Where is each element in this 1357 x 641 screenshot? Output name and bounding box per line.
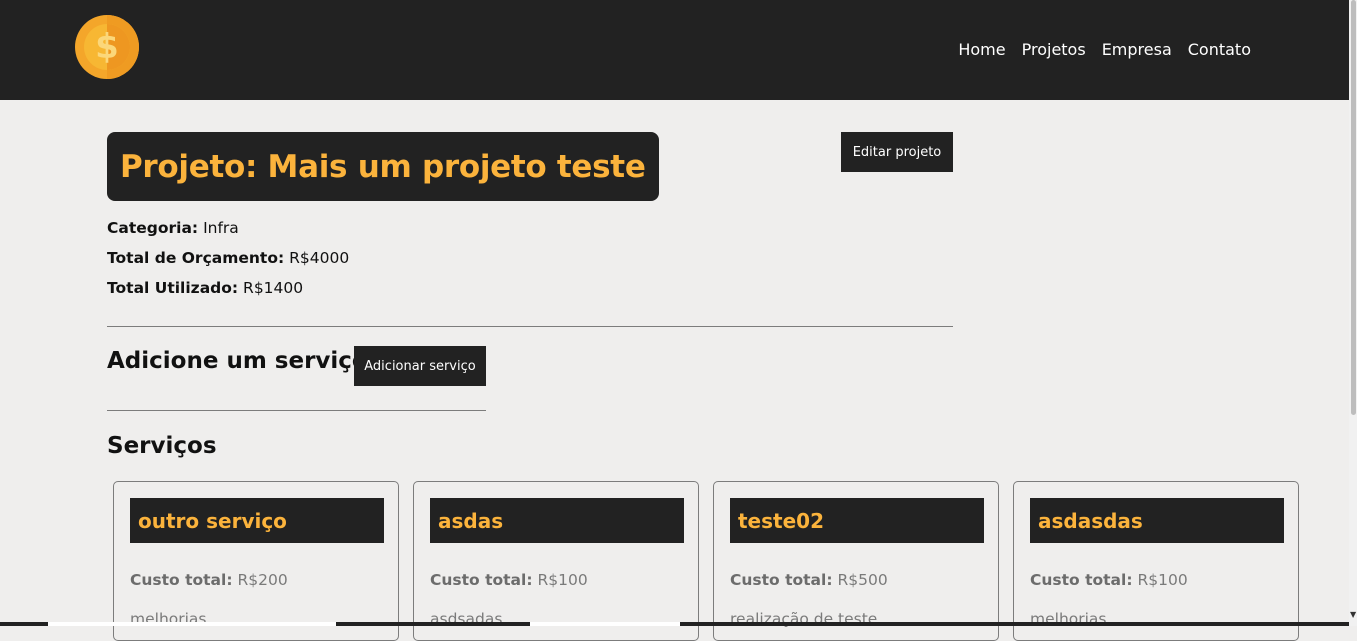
project-title-box: Projeto: Mais um projeto teste xyxy=(107,132,659,201)
service-card: teste02 Custo total: R$500 realização de… xyxy=(713,481,999,641)
add-service-heading: Adicione um serviço: xyxy=(107,348,377,374)
nav-link-home[interactable]: Home xyxy=(958,39,1005,61)
project-budget: Total de Orçamento: R$4000 xyxy=(107,248,349,268)
divider xyxy=(107,326,953,327)
divider xyxy=(107,410,486,411)
nav-link-empresa[interactable]: Empresa xyxy=(1102,39,1172,61)
service-cost-label: Custo total: xyxy=(130,571,233,589)
service-card: outro serviço Custo total: R$200 melhori… xyxy=(113,481,399,641)
service-name: teste02 xyxy=(738,508,824,533)
category-value: Infra xyxy=(203,219,239,237)
nav-links: Home Projetos Empresa Contato xyxy=(958,39,1251,61)
add-service-button[interactable]: Adicionar serviço xyxy=(354,346,486,386)
project-category: Categoria: Infra xyxy=(107,218,239,238)
service-card: asdasdas Custo total: R$100 melhorias xyxy=(1013,481,1299,641)
service-cost: Custo total: R$500 xyxy=(730,571,888,589)
service-cost-label: Custo total: xyxy=(1030,571,1133,589)
service-name: asdas xyxy=(438,508,504,533)
budget-label: Total de Orçamento: xyxy=(107,249,285,267)
service-cost: Custo total: R$100 xyxy=(1030,571,1188,589)
nav-link-projetos[interactable]: Projetos xyxy=(1022,39,1086,61)
service-card-title-box: teste02 xyxy=(730,498,984,543)
service-card-title-box: asdasdas xyxy=(1030,498,1284,543)
project-used: Total Utilizado: R$1400 xyxy=(107,278,303,298)
bottom-bar-highlight xyxy=(48,622,336,626)
service-card-title-box: asdas xyxy=(430,498,684,543)
service-name: outro serviço xyxy=(138,508,287,533)
service-cost: Custo total: R$200 xyxy=(130,571,288,589)
navbar: $ Home Projetos Empresa Contato xyxy=(0,0,1349,100)
logo-symbol: $ xyxy=(95,27,119,67)
service-cost-label: Custo total: xyxy=(730,571,833,589)
budget-value: R$4000 xyxy=(289,249,350,267)
scroll-down-arrow-icon[interactable]: ▼ xyxy=(1350,610,1357,620)
edit-project-button[interactable]: Editar projeto xyxy=(841,132,953,172)
bottom-bar-highlight xyxy=(530,622,680,626)
service-cost-value: R$200 xyxy=(237,571,288,589)
coin-dollar-icon[interactable]: $ xyxy=(75,15,139,79)
service-name: asdasdas xyxy=(1038,508,1143,533)
category-label: Categoria: xyxy=(107,219,199,237)
services-heading: Serviços xyxy=(107,433,217,459)
service-card-title-box: outro serviço xyxy=(130,498,384,543)
service-cost-value: R$100 xyxy=(537,571,588,589)
service-cost-value: R$500 xyxy=(837,571,888,589)
used-value: R$1400 xyxy=(243,279,304,297)
service-cost: Custo total: R$100 xyxy=(430,571,588,589)
project-title: Projeto: Mais um projeto teste xyxy=(120,148,646,185)
service-cost-value: R$100 xyxy=(1137,571,1188,589)
scrollbar-thumb[interactable] xyxy=(1351,0,1356,415)
used-label: Total Utilizado: xyxy=(107,279,239,297)
service-card: asdas Custo total: R$100 asdsadas xyxy=(413,481,699,641)
nav-link-contato[interactable]: Contato xyxy=(1188,39,1251,61)
service-cost-label: Custo total: xyxy=(430,571,533,589)
